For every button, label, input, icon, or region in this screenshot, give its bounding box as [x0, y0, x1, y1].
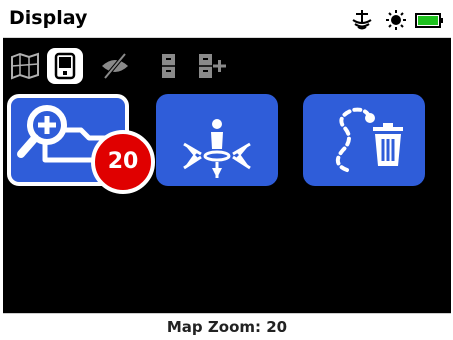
device-icon: [54, 52, 76, 80]
main-panel: 20: [3, 38, 451, 313]
sun-brightness-icon: [385, 9, 407, 35]
detector-signal-icon: [349, 9, 375, 35]
tab-storage[interactable]: [151, 48, 187, 84]
header-bar: Display: [3, 3, 451, 38]
trail-delete-icon: [335, 107, 403, 172]
clear-trail-tile[interactable]: [303, 94, 425, 186]
tab-display[interactable]: [47, 48, 83, 84]
map-icon: [11, 52, 39, 80]
file-cabinet-icon: [162, 54, 175, 78]
status-icons: [349, 9, 445, 31]
eye-hidden-icon: [102, 52, 128, 80]
zoom-level-value: 20: [107, 149, 139, 174]
tab-map[interactable]: [7, 48, 43, 84]
tab-hide[interactable]: [97, 48, 133, 84]
person-center-icon: [183, 119, 251, 178]
status-footer: Map Zoom: 20: [3, 313, 451, 338]
page-title: Display: [9, 7, 88, 29]
tab-storage-add[interactable]: [193, 48, 229, 84]
battery-icon: [415, 9, 445, 35]
file-cabinet-add-icon: [199, 54, 226, 78]
device-screen: Display 20 Map Zoom: 20: [3, 3, 451, 338]
zoom-level-badge: 20: [91, 130, 155, 194]
selected-item-label: Map Zoom: 20: [166, 318, 288, 336]
center-position-tile[interactable]: [156, 94, 278, 186]
